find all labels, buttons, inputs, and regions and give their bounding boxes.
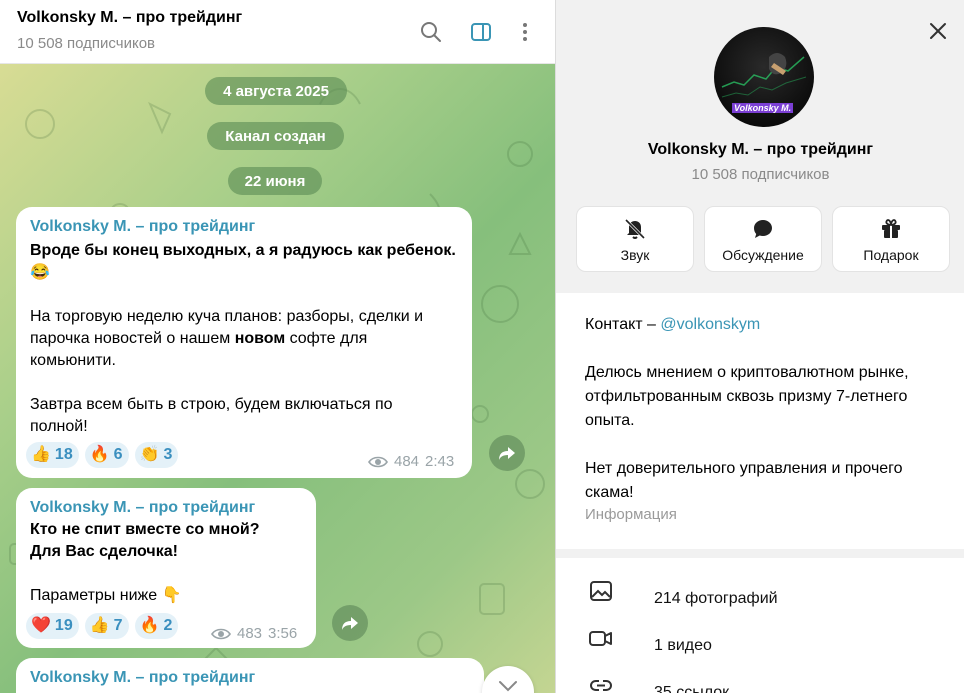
message-author[interactable]: Volkonsky M. – про трейдинг (30, 669, 255, 687)
chevron-down-icon (499, 681, 517, 692)
message-bubble[interactable]: Volkonsky M. – про трейдинг Кто не спит … (16, 488, 316, 648)
reaction-chip[interactable]: 👍 7 (84, 613, 129, 639)
reaction-count: 7 (113, 617, 123, 634)
reaction-count: 6 (113, 446, 123, 463)
mute-button[interactable]: Звук (576, 206, 694, 272)
reaction-chip[interactable]: 👏 3 (134, 442, 179, 468)
message-bubble[interactable]: Volkonsky M. – про трейдинг (16, 658, 484, 693)
gift-button[interactable]: Подарок (832, 206, 950, 272)
reaction-chip[interactable]: ❤️ 19 (26, 613, 79, 639)
discussion-button[interactable]: Обсуждение (704, 206, 822, 272)
view-count: 484 (394, 453, 420, 470)
message-text-line: Для Вас сделочка! (30, 543, 178, 560)
description-line: Делюсь мнением о криптовалютном рынке, (585, 364, 909, 381)
discussion-label: Обсуждение (722, 247, 804, 263)
video-icon (589, 631, 612, 646)
message-text-line: Завтра всем быть в строю, будем включать… (30, 396, 393, 413)
search-icon[interactable] (417, 18, 445, 46)
channel-title: Volkonsky M. – про трейдинг (647, 141, 874, 158)
reactions-bar: 👍 18 🔥 6 👏 3 (26, 442, 179, 468)
note-line: скама! (585, 484, 634, 501)
close-icon[interactable] (926, 19, 950, 43)
reaction-emoji: 👏 (139, 446, 160, 463)
more-vertical-icon[interactable] (511, 18, 539, 46)
message-author[interactable]: Volkonsky M. – про трейдинг (30, 499, 255, 517)
date-separator: 4 августа 2025 (205, 77, 347, 105)
reaction-emoji: ❤️ (31, 617, 51, 634)
reaction-chip[interactable]: 🔥 6 (84, 442, 129, 468)
media-photos-label: 214 фотографий (654, 590, 778, 607)
reaction-chip[interactable]: 🔥 2 (134, 613, 179, 639)
chat-title[interactable]: Volkonsky M. – про трейдинг (17, 9, 242, 27)
note-line: Нет доверительного управления и прочего (585, 460, 903, 477)
forward-button[interactable] (332, 605, 368, 641)
action-buttons: Звук Обсуждение Подарок (576, 206, 950, 272)
message-meta: 483 3:56 (211, 625, 297, 642)
photo-icon (590, 581, 612, 601)
share-arrow-icon (499, 447, 515, 460)
message-text-line: Кто не спит вместе со мной? (30, 521, 260, 538)
reaction-emoji: 🔥 (89, 446, 110, 463)
mute-label: Звук (620, 247, 650, 263)
message-text-line: комьюнити. (30, 352, 116, 369)
contact-link[interactable]: @volkonskym (660, 316, 760, 333)
chat-header: Volkonsky M. – про трейдинг 10 508 подпи… (0, 0, 555, 64)
channel-info-section: Контакт – @volkonskym Делюсь мнением о к… (556, 293, 964, 549)
info-caption: Информация (585, 506, 677, 523)
reactions-bar: ❤️ 19 👍 7 🔥 2 (26, 613, 179, 639)
description-line: опыта. (585, 412, 635, 429)
message-text-line: На торговую неделю куча планов: разборы,… (30, 308, 424, 325)
contact-line: Контакт – @volkonskym (585, 313, 760, 337)
reaction-count: 18 (54, 446, 73, 463)
reaction-count: 19 (54, 617, 73, 634)
media-row-videos[interactable]: 1 видео (556, 615, 964, 661)
message-time: 3:56 (268, 625, 298, 642)
gift-label: Подарок (863, 247, 919, 263)
gift-icon (882, 219, 900, 238)
chat-pane: Volkonsky M. – про трейдинг 10 508 подпи… (0, 0, 555, 693)
chat-bubble-icon (754, 220, 772, 238)
reaction-emoji: 🔥 (139, 617, 160, 634)
channel-avatar[interactable]: Volkonsky M. (714, 27, 814, 127)
message-text-line: Параметры ниже 👇 (30, 587, 182, 604)
reaction-emoji: 👍 (31, 446, 51, 463)
link-icon (589, 680, 613, 691)
eye-icon (211, 628, 231, 639)
forward-button[interactable] (489, 435, 525, 471)
media-videos-label: 1 видео (654, 637, 712, 654)
message-time: 2:43 (425, 453, 455, 470)
chat-subscribers: 10 508 подписчиков (17, 35, 156, 52)
share-arrow-icon (342, 617, 358, 630)
reaction-emoji: 👍 (89, 617, 110, 634)
media-row-photos[interactable]: 214 фотографий (556, 568, 964, 614)
message-meta: 484 2:43 (368, 453, 454, 470)
message-text-line: полной! (30, 418, 88, 435)
channel-info-panel: Volkonsky M. Volkonsky M. – про трейдинг… (555, 0, 964, 693)
bell-off-icon (624, 218, 646, 240)
reaction-count: 3 (163, 446, 173, 463)
service-message: Канал создан (207, 122, 344, 150)
date-separator: 22 июня (228, 167, 322, 195)
media-links-label: 35 ссылок (654, 684, 730, 693)
message-author[interactable]: Volkonsky M. – про трейдинг (30, 218, 255, 236)
description-line: отфильтрованным сквозь призму 7-летнего (585, 388, 908, 405)
sidebar-toggle-icon[interactable] (467, 18, 495, 46)
reaction-count: 2 (163, 617, 173, 634)
media-row-links[interactable]: 35 ссылок (556, 662, 964, 693)
channel-subscribers: 10 508 подписчиков (691, 166, 830, 183)
contact-prefix: Контакт – (585, 316, 661, 333)
message-text-line: 😂 (30, 264, 50, 281)
reaction-chip[interactable]: 👍 18 (26, 442, 79, 468)
message-text-line: парочка новостей о нашем новом софте для (30, 330, 368, 347)
view-count: 483 (237, 625, 263, 642)
message-bubble[interactable]: Volkonsky M. – про трейдинг Вроде бы кон… (16, 207, 472, 478)
shared-media-list: 214 фотографий 1 видео 35 ссылок (556, 558, 964, 693)
eye-icon (368, 456, 388, 467)
avatar-brand-logo: Volkonsky M. (732, 103, 794, 113)
message-text-line: Вроде бы конец выходных, а я радуюсь как… (30, 242, 456, 259)
